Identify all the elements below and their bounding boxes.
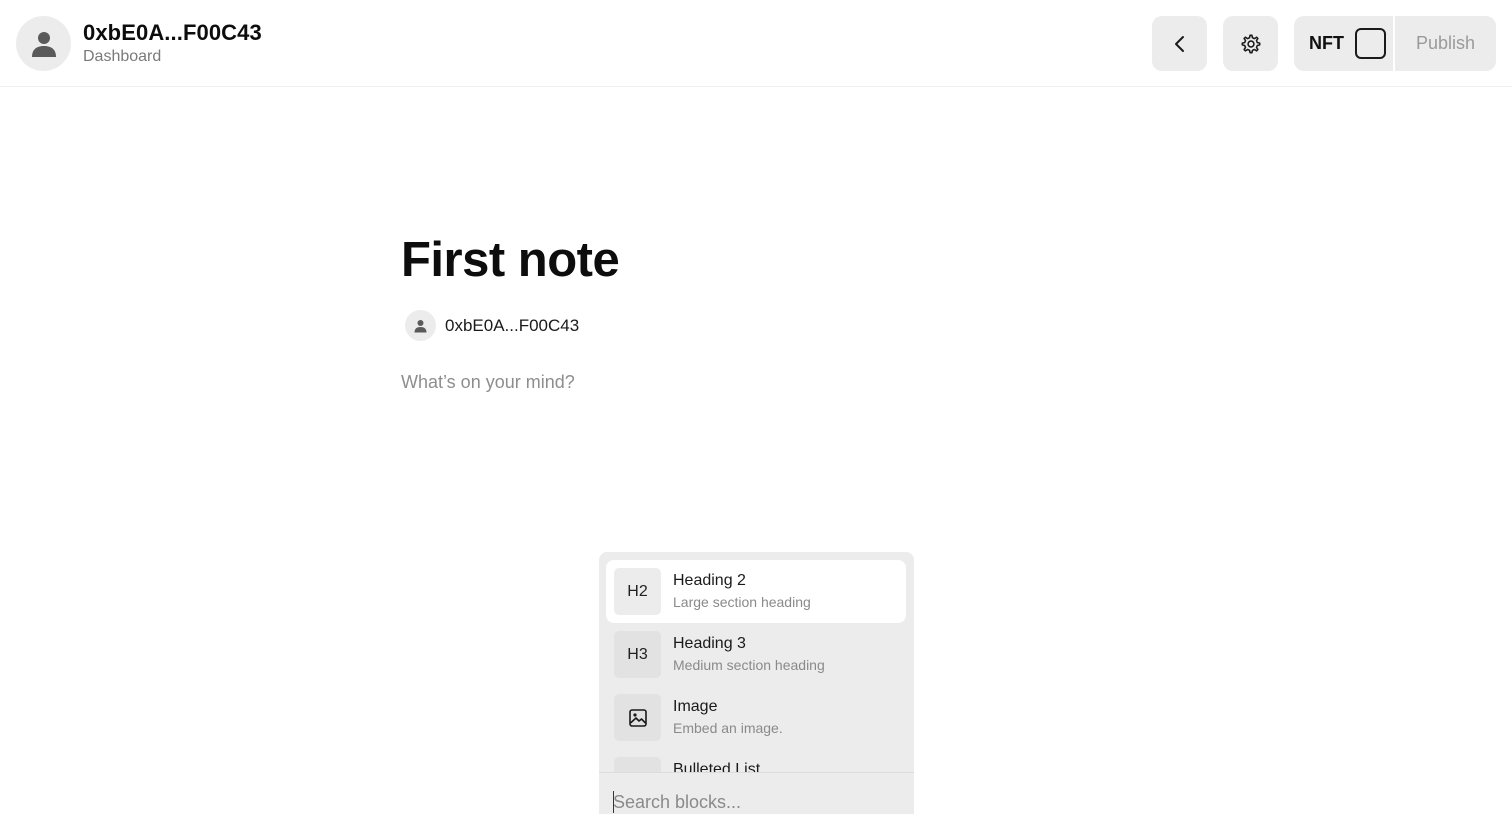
- note-body-editor[interactable]: What’s on your mind?: [401, 372, 575, 393]
- user-icon: [31, 31, 56, 57]
- note-title[interactable]: First note: [401, 232, 620, 288]
- block-item-description: Medium section heading: [673, 657, 825, 673]
- search-blocks-input[interactable]: [613, 789, 903, 814]
- back-button[interactable]: [1152, 16, 1207, 71]
- nft-checkbox[interactable]: [1355, 28, 1386, 59]
- settings-button[interactable]: [1223, 16, 1278, 71]
- gear-icon: [1241, 34, 1260, 53]
- block-picker-menu: H2 Heading 2 Large section heading H3 He…: [599, 552, 914, 814]
- heading-2-icon: H2: [614, 568, 661, 615]
- author-name: 0xbE0A...F00C43: [445, 316, 580, 335]
- block-item-name: Heading 3: [673, 635, 746, 652]
- user-avatar[interactable]: [16, 16, 71, 71]
- block-search-bar: [599, 772, 914, 814]
- user-icon: [414, 319, 427, 332]
- author-avatar: [405, 310, 436, 341]
- nft-publish-group: NFT Publish: [1294, 16, 1496, 71]
- chevron-left-icon: [1174, 35, 1184, 52]
- top-bar: 0xbE0A...F00C43 Dashboard NFT Publish: [0, 0, 1512, 87]
- block-item-description: Large section heading: [673, 594, 811, 610]
- user-address: 0xbE0A...F00C43: [83, 20, 262, 45]
- publish-button[interactable]: Publish: [1395, 16, 1496, 71]
- block-item-description: Embed an image.: [673, 720, 783, 736]
- image-icon: [614, 694, 661, 741]
- dashboard-link[interactable]: Dashboard: [83, 48, 161, 66]
- heading-3-icon: H3: [614, 631, 661, 678]
- block-item-heading-2[interactable]: H2 Heading 2 Large section heading: [606, 560, 906, 623]
- block-item-name: Heading 2: [673, 572, 746, 589]
- block-item-image[interactable]: Image Embed an image.: [606, 686, 906, 749]
- nft-label: NFT: [1309, 33, 1344, 53]
- text-caret: [613, 791, 614, 813]
- block-item-name: Image: [673, 698, 718, 715]
- block-item-heading-3[interactable]: H3 Heading 3 Medium section heading: [606, 623, 906, 686]
